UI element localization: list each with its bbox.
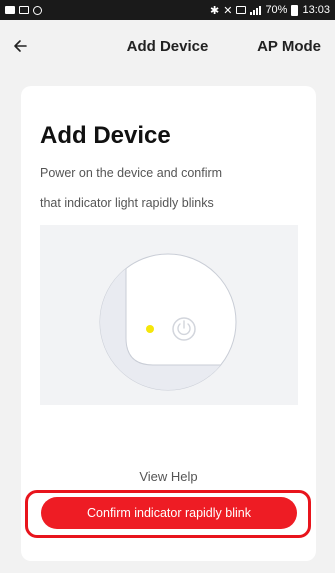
nav-bar: Add Device AP Mode <box>0 20 335 72</box>
image-icon <box>5 6 15 14</box>
card-heading: Add Device <box>40 122 171 149</box>
description-line-1: Power on the device and confirm <box>40 166 223 180</box>
signal-icon <box>250 5 262 15</box>
device-illustration <box>40 225 298 405</box>
view-help-link[interactable]: View Help <box>21 469 316 484</box>
battery-icon <box>291 4 299 16</box>
status-bar: ✱ ✕ 70% 13:03 <box>0 0 335 20</box>
indicator-light-icon <box>146 325 154 333</box>
gallery-icon <box>19 6 29 14</box>
bluetooth-icon: ✱ <box>210 4 220 17</box>
mute-icon: ✕ <box>223 4 233 17</box>
status-right-icons: ✱ ✕ 70% 13:03 <box>210 4 330 17</box>
battery-percentage: 70% <box>265 4 288 16</box>
nfc-icon <box>236 6 247 14</box>
confirm-indicator-button[interactable]: Confirm indicator rapidly blink <box>41 497 297 529</box>
description-line-2: that indicator light rapidly blinks <box>40 196 214 210</box>
sync-icon <box>33 5 42 15</box>
status-left-icons <box>5 5 42 15</box>
ap-mode-button[interactable]: AP Mode <box>257 38 321 55</box>
device-outline-icon <box>99 253 237 391</box>
status-time: 13:03 <box>302 4 330 16</box>
